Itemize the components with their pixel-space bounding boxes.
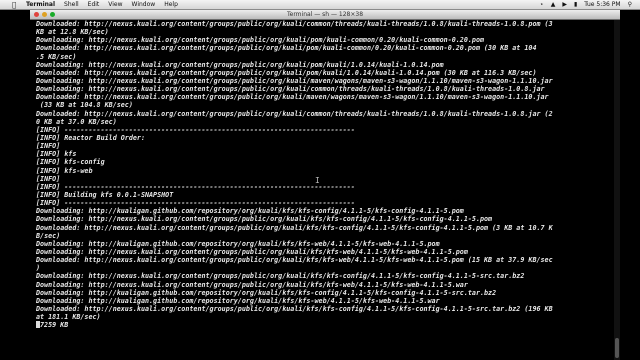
window-title: Terminal — sh — 128×38 [286,11,364,18]
menu-help[interactable]: Help [164,0,178,10]
terminal-line: Downloaded: http://nexus.kuali.org/conte… [36,223,553,232]
clock[interactable]: Tue 5:36 PM [584,0,620,10]
terminal-line: [INFO] ---------------------------------… [36,182,355,191]
volume-icon[interactable]: ▶ [562,0,567,10]
battery-icon[interactable]: ▮ [574,0,577,10]
terminal-line: Downloading: http://nexus.kuali.org/cont… [36,85,545,94]
terminal-line: [INFO] kfs-web [36,166,93,175]
menu-edit[interactable]: Edit [88,0,100,10]
scrollbar-thumb[interactable] [615,338,619,358]
window-titlebar[interactable]: Terminal — sh — 128×38 [30,10,620,20]
bluetooth-icon[interactable]: ⋆ [540,0,544,10]
terminal-line: [INFO] [36,142,61,151]
terminal-line: at 181.1 KB/sec) [36,313,101,322]
terminal-line: Downloading: http://kualigan.github.com/… [36,288,497,297]
wifi-icon[interactable]: ▲ [551,0,556,10]
scrollbar[interactable] [614,20,620,360]
terminal-line: (33 KB at 104.8 KB/sec) [36,101,133,110]
terminal-line: Downloading: http://nexus.kuali.org/cont… [36,247,468,256]
terminal-line: [INFO] [36,174,61,183]
terminal-line: B/sec) [36,231,61,240]
terminal-line: ) [36,264,41,273]
terminal-line: Downloading: http://nexus.kuali.org/cont… [36,36,485,45]
terminal-line: Downloaded: http://nexus.kuali.org/conte… [36,256,553,265]
apple-icon[interactable]:  [12,0,16,10]
spotlight-icon[interactable]: ⚲ [628,0,632,10]
terminal-line: Downloading: http://nexus.kuali.org/cont… [36,215,493,224]
terminal-line: Downloaded: http://nexus.kuali.org/conte… [36,304,553,313]
terminal-line: [INFO] Building kfs 0.0.1-SNAPSHOT [36,190,174,199]
status-area: ⋆ ▲ ▶ ▮ Tue 5:36 PM ⚲ [540,0,632,10]
menu-bar:  Terminal Shell Edit View Window Help ⋆… [0,0,640,10]
terminal-lines: Downloaded: http://nexus.kuali.org/conte… [36,20,614,329]
terminal-line: Downloading: http://kualigan.github.com/… [36,239,440,248]
menu-window[interactable]: Window [132,0,156,10]
menu-terminal[interactable]: Terminal [26,0,55,10]
terminal-prompt-line: 7259 KB [36,321,614,329]
terminal-line: Downloading: http://nexus.kuali.org/cont… [36,60,444,69]
terminal-line: Downloaded: http://nexus.kuali.org/conte… [36,93,549,102]
terminal-output[interactable]: Downloaded: http://nexus.kuali.org/conte… [30,20,620,360]
terminal-line: Downloading: http://kualigan.github.com/… [36,207,464,216]
terminal-line: Downloaded: http://nexus.kuali.org/conte… [36,44,537,53]
menu-items: Terminal Shell Edit View Window Help [26,0,178,10]
terminal-line: Downloaded: http://nexus.kuali.org/conte… [36,68,537,77]
menu-shell[interactable]: Shell [64,0,79,10]
menu-view[interactable]: View [108,0,122,10]
terminal-line: [INFO] kfs-config [36,158,105,167]
download-progress: 7259 KB [40,321,69,330]
terminal-line: [INFO] kfs [36,150,77,159]
terminal-line: 0 KB at 37.0 KB/sec) [36,117,117,126]
terminal-line: Downloading: http://nexus.kuali.org/cont… [36,76,553,85]
terminal-line: KB at 12.8 KB/sec) [36,28,109,37]
terminal-line: Downloaded: http://nexus.kuali.org/conte… [36,20,553,28]
terminal-line: Downloading: http://kualigan.github.com/… [36,296,440,305]
terminal-line: [INFO] Reactor Build Order: [36,133,145,142]
terminal-line: Downloading: http://nexus.kuali.org/cont… [36,280,468,289]
terminal-line: [INFO] ---------------------------------… [36,199,355,208]
terminal-line: [INFO] ---------------------------------… [36,125,355,134]
terminal-line: .5 KB/sec) [36,52,77,61]
text-cursor-icon: I [315,176,320,185]
terminal-line: Downloaded: http://nexus.kuali.org/conte… [36,109,553,118]
terminal-line: Downloading: http://nexus.kuali.org/cont… [36,272,525,281]
